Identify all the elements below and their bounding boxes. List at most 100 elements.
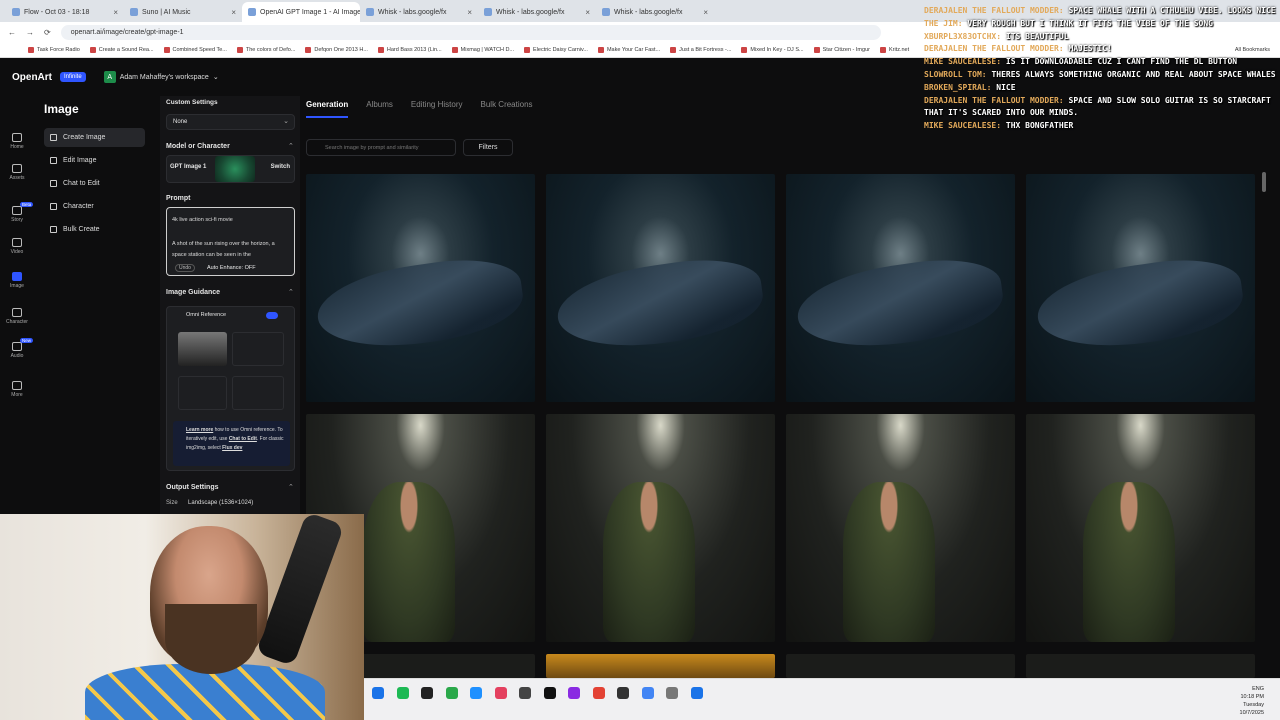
rail-item-story[interactable]: Story Beta bbox=[0, 202, 34, 223]
generated-image[interactable] bbox=[546, 654, 775, 678]
bookmark-item[interactable]: Mixed In Key - DJ S... bbox=[741, 46, 804, 53]
browser-tab[interactable]: Whisk - labs.google/fx × bbox=[596, 2, 714, 22]
taskbar-app-icon[interactable] bbox=[568, 687, 580, 699]
filters-button[interactable]: Filters bbox=[463, 139, 513, 156]
rail-item-home[interactable]: Home bbox=[0, 133, 34, 150]
taskbar-app-icon[interactable] bbox=[641, 687, 654, 699]
generated-image[interactable] bbox=[306, 174, 535, 402]
bookmark-item[interactable]: Create a Sound Rea... bbox=[89, 46, 154, 53]
nav-item-chat-to-edit[interactable]: Chat to Edit bbox=[44, 174, 145, 193]
browser-tab[interactable]: Suno | AI Music × bbox=[124, 2, 242, 22]
chevron-up-icon[interactable]: ⌃ bbox=[288, 142, 294, 150]
bookmark-item[interactable]: The colors of Defo... bbox=[236, 46, 295, 53]
close-icon[interactable]: × bbox=[113, 8, 118, 17]
chat-to-edit-link[interactable]: Chat to Edit bbox=[229, 436, 257, 442]
close-icon[interactable]: × bbox=[585, 8, 590, 17]
bookmark-item[interactable]: Task Force Radio bbox=[28, 46, 80, 53]
taskbar-app-icon[interactable] bbox=[494, 687, 507, 699]
switch-button[interactable]: Switch bbox=[271, 164, 290, 170]
taskbar-app-icon[interactable] bbox=[666, 687, 678, 699]
prompt-input[interactable]: 4k live action sci-fi movie A shot of th… bbox=[166, 207, 295, 276]
taskbar-app-icon[interactable] bbox=[617, 687, 629, 699]
bookmark-item[interactable]: Electric Daisy Carniv... bbox=[524, 46, 588, 53]
tab-generation[interactable]: Generation bbox=[306, 100, 349, 118]
bookmark-item[interactable]: Make Your Car Fast... bbox=[597, 46, 660, 53]
nav-item-character[interactable]: Character bbox=[44, 197, 145, 216]
forward-icon[interactable]: → bbox=[26, 28, 34, 37]
taskbar-app-icon[interactable] bbox=[543, 687, 556, 699]
reference-image[interactable] bbox=[178, 332, 227, 366]
image-search-input[interactable]: Search image by prompt and similarity bbox=[306, 139, 456, 156]
assets-icon bbox=[12, 164, 22, 173]
nav-item-create-image[interactable]: Create Image bbox=[44, 128, 145, 147]
browser-tab[interactable]: Whisk - labs.google/fx × bbox=[360, 2, 478, 22]
taskbar-app-icon[interactable] bbox=[445, 687, 458, 699]
tab-albums[interactable]: Albums bbox=[366, 100, 393, 118]
taskbar-app-icon[interactable] bbox=[592, 687, 605, 699]
tab-bulk-creations[interactable]: Bulk Creations bbox=[481, 100, 533, 118]
auto-enhance-toggle[interactable]: Auto Enhance: OFF bbox=[207, 265, 256, 271]
generated-image[interactable] bbox=[786, 654, 1015, 678]
workspace-selector[interactable]: A Adam Mahaffey's workspace ⌄ bbox=[103, 71, 219, 83]
close-icon[interactable]: × bbox=[467, 8, 472, 17]
rail-item-video[interactable]: Video bbox=[0, 238, 34, 255]
rail-item-image[interactable]: Image bbox=[0, 272, 34, 289]
scrollbar[interactable] bbox=[1262, 172, 1266, 192]
bookmark-item[interactable]: Kritz.net bbox=[879, 46, 909, 53]
flux-dev-link[interactable]: Flux dev bbox=[222, 445, 242, 451]
undo-button[interactable]: Undo bbox=[175, 264, 195, 272]
learn-more-link[interactable]: Learn more bbox=[186, 427, 213, 433]
back-icon[interactable]: ← bbox=[8, 28, 16, 37]
nav-item-bulk-create[interactable]: Bulk Create bbox=[44, 220, 145, 239]
taskbar-app-icon[interactable] bbox=[470, 687, 482, 699]
model-card[interactable]: GPT Image 1 Switch bbox=[166, 155, 295, 183]
reference-slot[interactable] bbox=[232, 376, 284, 410]
close-icon[interactable]: × bbox=[703, 8, 708, 17]
chevron-up-icon[interactable]: ⌃ bbox=[288, 288, 294, 296]
custom-settings-select[interactable]: None ⌄ bbox=[166, 114, 295, 130]
taskbar-app-icon[interactable] bbox=[690, 687, 703, 699]
taskbar-app-icon[interactable] bbox=[421, 687, 433, 699]
generated-image[interactable] bbox=[1026, 654, 1255, 678]
reference-slot[interactable] bbox=[232, 332, 284, 366]
nav-item-edit-image[interactable]: Edit Image bbox=[44, 151, 145, 170]
browser-tab[interactable]: Flow - Oct 03 - 18:18 × bbox=[6, 2, 124, 22]
rail-label: More bbox=[11, 392, 23, 398]
taskbar-app-icon[interactable] bbox=[372, 687, 384, 699]
rail-item-more[interactable]: More bbox=[0, 381, 34, 398]
generated-image[interactable] bbox=[1026, 174, 1255, 402]
size-select[interactable]: Landscape (1536×1024) bbox=[188, 500, 253, 506]
close-icon[interactable]: × bbox=[231, 8, 236, 17]
rail-item-audio[interactable]: Audio New bbox=[0, 338, 34, 359]
microphone bbox=[255, 514, 345, 667]
rail-item-assets[interactable]: Assets bbox=[0, 164, 34, 181]
reload-icon[interactable]: ⟳ bbox=[44, 28, 51, 37]
openart-logo[interactable]: OpenArt bbox=[12, 72, 52, 83]
bookmark-item[interactable]: Hard Bass 2013 (Lin... bbox=[377, 46, 442, 53]
chevron-down-icon: ⌄ bbox=[283, 118, 289, 125]
output-settings-label: Output Settings bbox=[166, 484, 219, 491]
reference-slot[interactable] bbox=[178, 376, 227, 410]
taskbar-app-icon[interactable] bbox=[519, 687, 531, 699]
bookmark-item[interactable]: Mixmag | WATCH D... bbox=[451, 46, 514, 53]
chevron-up-icon[interactable]: ⌃ bbox=[288, 483, 294, 491]
tab-editing-history[interactable]: Editing History bbox=[411, 100, 463, 118]
rail-item-character[interactable]: Character bbox=[0, 308, 34, 325]
browser-tab[interactable]: Whisk - labs.google/fx × bbox=[478, 2, 596, 22]
omni-toggle[interactable] bbox=[266, 312, 278, 319]
bookmark-item[interactable]: Combined Speed Te... bbox=[163, 46, 227, 53]
bookmark-item[interactable]: Just a Bit Fortress -... bbox=[670, 46, 731, 53]
browser-tab[interactable]: OpenAI GPT Image 1 - AI Image× bbox=[242, 2, 360, 22]
generated-image[interactable] bbox=[1026, 414, 1255, 642]
bookmark-item[interactable]: Defqon One 2013 H... bbox=[305, 46, 368, 53]
tab-title: Suno | AI Music bbox=[142, 8, 191, 16]
bookmark-icon bbox=[163, 46, 170, 53]
taskbar-app-icon[interactable] bbox=[396, 687, 409, 699]
chat-text: theres always something organic and real… bbox=[991, 69, 1276, 79]
generated-image[interactable] bbox=[546, 174, 775, 402]
bookmark-item[interactable]: Star Citizen - Imgur bbox=[813, 46, 870, 53]
url-field[interactable]: openart.ai/image/create/gpt-image-1 bbox=[60, 24, 881, 40]
generated-image[interactable] bbox=[786, 414, 1015, 642]
generated-image[interactable] bbox=[786, 174, 1015, 402]
generated-image[interactable] bbox=[546, 414, 775, 642]
